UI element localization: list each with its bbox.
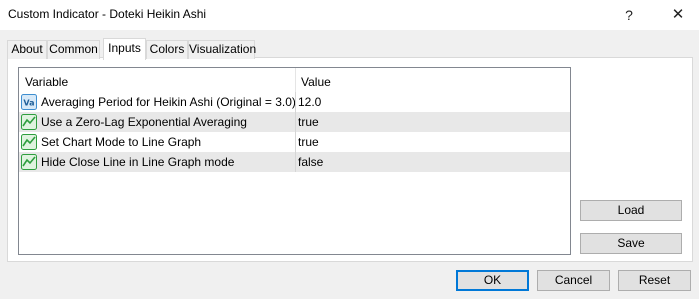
reset-button[interactable]: Reset (618, 270, 691, 291)
window-title: Custom Indicator - Doteki Heikin Ashi (8, 7, 207, 21)
table-row[interactable]: Use a Zero-Lag Exponential Averaging tru… (19, 112, 570, 132)
tab-inputs[interactable]: Inputs (103, 38, 146, 60)
row-separator (295, 112, 296, 132)
row-value[interactable]: true (298, 135, 319, 149)
tab-about[interactable]: About (7, 40, 47, 59)
row-value[interactable]: true (298, 115, 319, 129)
grid-header: Variable Value (19, 68, 570, 92)
title-bar: Custom Indicator - Doteki Heikin Ashi ? … (0, 0, 699, 30)
column-header-variable[interactable]: Variable (25, 75, 68, 89)
row-separator (295, 132, 296, 152)
table-row[interactable]: Va Averaging Period for Heikin Ashi (Ori… (19, 92, 570, 112)
boolean-input-icon (21, 154, 37, 170)
inputs-grid: Variable Value Va Averaging Period for H… (18, 67, 571, 255)
column-header-value[interactable]: Value (301, 75, 331, 89)
row-value[interactable]: 12.0 (298, 95, 321, 109)
help-button[interactable]: ? (614, 0, 644, 30)
table-row[interactable]: Hide Close Line in Line Graph mode false (19, 152, 570, 172)
save-button[interactable]: Save (580, 233, 682, 254)
row-separator (295, 152, 296, 172)
tab-common[interactable]: Common (47, 40, 100, 59)
boolean-input-icon (21, 114, 37, 130)
row-variable: Hide Close Line in Line Graph mode (41, 155, 235, 169)
row-value[interactable]: false (298, 155, 323, 169)
integer-input-icon: Va (21, 94, 37, 110)
tab-visualization[interactable]: Visualization (188, 40, 256, 59)
table-row[interactable]: Set Chart Mode to Line Graph true (19, 132, 570, 152)
tab-colors[interactable]: Colors (146, 40, 188, 59)
svg-text:Va: Va (23, 99, 34, 108)
row-variable: Averaging Period for Heikin Ashi (Origin… (41, 95, 296, 109)
load-button[interactable]: Load (580, 200, 682, 221)
cancel-button[interactable]: Cancel (537, 270, 610, 291)
row-separator (295, 92, 296, 112)
row-variable: Use a Zero-Lag Exponential Averaging (41, 115, 247, 129)
row-variable: Set Chart Mode to Line Graph (41, 135, 202, 149)
close-button[interactable]: ✕ (663, 0, 693, 30)
column-separator[interactable] (295, 68, 296, 92)
boolean-input-icon (21, 134, 37, 150)
ok-button[interactable]: OK (456, 270, 529, 291)
